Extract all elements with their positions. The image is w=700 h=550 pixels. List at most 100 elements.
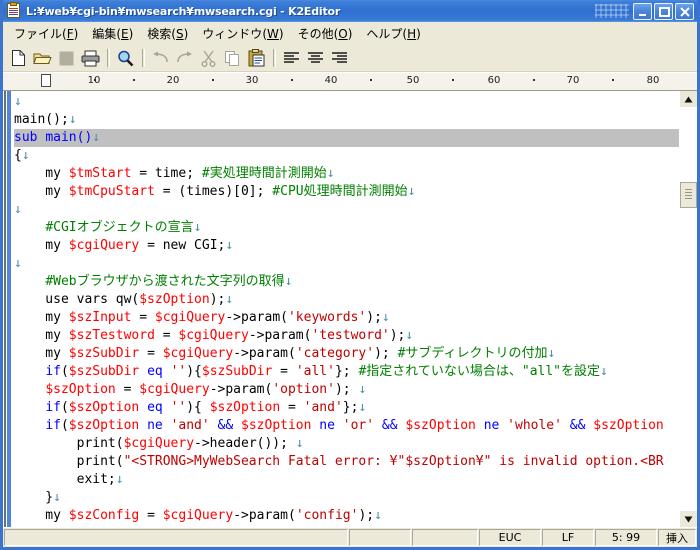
code-line[interactable]: ↓	[14, 93, 679, 111]
code-line[interactable]: print($cgiQuery->header()); ↓	[14, 435, 679, 453]
gutter-bar-gray	[4, 91, 6, 527]
menu-item-help[interactable]: ヘルプ(H)	[359, 23, 427, 44]
code-token-eol: ↓	[53, 490, 61, 505]
align-left-icon[interactable]	[280, 47, 303, 69]
code-token-var: $szOption	[45, 382, 116, 397]
code-line[interactable]: use vars qw($szOption);↓	[14, 291, 679, 309]
code-line[interactable]: print("<STRONG>MyWebSearch Fatal error: …	[14, 453, 679, 471]
code-token-eol: ↓	[193, 220, 202, 235]
code-line[interactable]: my $szInput = $cgiQuery->param('keywords…	[14, 309, 679, 327]
search-icon[interactable]	[114, 47, 137, 69]
code-line[interactable]: ↓	[14, 255, 679, 273]
code-line[interactable]: }↓	[14, 489, 679, 507]
code-token-pln	[335, 418, 343, 433]
code-text-area[interactable]: ↓ main();↓ sub main()↓ {↓ my $tmStart = tim…	[14, 91, 679, 527]
code-line[interactable]: sub main()↓	[14, 129, 679, 147]
code-token-kw: eq	[147, 526, 163, 527]
code-token-var: $cgiQuery	[154, 310, 226, 325]
code-line[interactable]: my $szSubDir = $cgiQuery->param('categor…	[14, 345, 679, 363]
code-token-eol: ↓	[115, 472, 124, 487]
menu-item-edit[interactable]: 編集(E)	[85, 23, 140, 44]
align-right-icon[interactable]	[328, 47, 351, 69]
ruler-dot	[133, 79, 135, 81]
code-token-pln: ){	[186, 400, 210, 415]
code-token-eol: ↓	[14, 202, 22, 217]
cut-icon	[197, 47, 220, 69]
scrollbar-thumb[interactable]	[680, 182, 697, 208]
code-token-var: $szSubDir	[68, 364, 140, 379]
menu-bar: ファイル(F) 編集(E) 検索(S) ウィンドウ(W) その他(O) ヘルプ(…	[3, 22, 697, 45]
code-line[interactable]: my $szTestword = $cgiQuery->param('testw…	[14, 327, 679, 345]
status-insert-mode[interactable]: 挿入	[658, 529, 696, 546]
minimize-button[interactable]	[633, 2, 652, 20]
code-token-kw: &&	[217, 418, 234, 433]
code-line[interactable]: #CGIオブジェクトの宣言↓	[14, 219, 679, 237]
scroll-down-arrow-icon[interactable]	[680, 511, 697, 527]
ruler-dot	[370, 79, 372, 81]
code-line[interactable]: my $tmStart = time; #実処理時間計測開始↓	[14, 165, 679, 183]
code-token-str: ''	[170, 400, 187, 415]
code-token-var: $szInput	[68, 310, 132, 325]
menu-item-file[interactable]: ファイル(F)	[7, 23, 85, 44]
code-token-eol: ↓	[381, 310, 390, 325]
code-token-var: $szConfig	[69, 526, 139, 527]
vertical-scrollbar[interactable]	[679, 91, 697, 527]
code-token-var: $cgiQuery	[139, 382, 210, 397]
menu-item-search[interactable]: 検索(S)	[140, 23, 195, 44]
code-token-eol: ↓	[225, 292, 234, 307]
code-token-pln: =	[139, 346, 163, 361]
print-icon[interactable]	[79, 47, 102, 69]
ruler-indent-marker[interactable]	[41, 74, 51, 87]
scroll-up-arrow-icon[interactable]	[680, 91, 697, 107]
code-line[interactable]: {↓	[14, 147, 679, 165]
code-token-pln: );	[374, 346, 398, 361]
code-line[interactable]: if($szConfig eq ''){ $szConfig = 'defaul…	[14, 525, 679, 527]
code-line[interactable]: if($szSubDir eq ''){$szSubDir = 'all'}; …	[14, 363, 679, 381]
close-button[interactable]	[675, 2, 694, 20]
new-file-icon[interactable]	[7, 47, 30, 69]
code-token-pln: };	[342, 400, 359, 415]
code-token-pln: my	[14, 166, 69, 181]
align-center-icon[interactable]	[304, 47, 327, 69]
code-token-pln: );	[366, 310, 382, 325]
code-line[interactable]: main();↓	[14, 111, 679, 129]
code-line[interactable]: if($szOption eq ''){ $szOption = 'and'};…	[14, 399, 679, 417]
editor-gutter	[3, 91, 14, 527]
code-token-pln: };	[334, 364, 359, 379]
status-bar: EUC LF 5: 99 挿入	[3, 527, 697, 547]
code-token-pln	[14, 400, 45, 415]
status-linebreak[interactable]: LF	[542, 529, 594, 546]
open-folder-icon[interactable]	[31, 47, 54, 69]
code-token-eol: ↓	[284, 274, 293, 289]
code-token-pln	[374, 418, 382, 433]
code-token-kw: &&	[381, 418, 398, 433]
code-token-str: ''	[171, 526, 187, 527]
code-line[interactable]: ↓	[14, 201, 679, 219]
menu-item-other[interactable]: その他(O)	[291, 23, 360, 44]
paste-icon[interactable]	[245, 47, 268, 69]
code-token-pln: );	[358, 508, 375, 523]
code-line[interactable]: my $szConfig = $cgiQuery->param('config'…	[14, 507, 679, 525]
code-line[interactable]: my $tmCpuStart = (times)[0]; #CPU処理時間計測開…	[14, 183, 679, 201]
code-line[interactable]: $szOption = $cgiQuery->param('option'); …	[14, 381, 679, 399]
status-encoding[interactable]: EUC	[479, 529, 541, 546]
scrollbar-track[interactable]	[680, 107, 697, 511]
menu-item-window[interactable]: ウィンドウ(W)	[195, 23, 290, 44]
code-token-eol: ↓	[14, 256, 22, 271]
code-token-str: 'default'	[304, 526, 374, 527]
code-line[interactable]: #Webブラウザから渡された文字列の取得↓	[14, 273, 679, 291]
code-token-pln: my	[14, 238, 69, 253]
code-token-pln	[14, 220, 45, 235]
code-token-var: $cgiQuery	[123, 436, 195, 451]
code-line[interactable]: exit;↓	[14, 471, 679, 489]
code-token-pln	[14, 418, 45, 433]
menu-accel: W	[267, 26, 279, 41]
code-line[interactable]: if($szOption ne 'and' && $szOption ne 'o…	[14, 417, 679, 435]
code-token-pln: =	[154, 328, 179, 343]
menu-label: ヘルプ	[366, 26, 403, 41]
maximize-button[interactable]	[654, 2, 673, 20]
ruler-dot	[212, 79, 214, 81]
code-token-pln: =	[139, 508, 163, 523]
code-line[interactable]: my $cgiQuery = new CGI;↓	[14, 237, 679, 255]
code-token-pln	[163, 526, 171, 527]
